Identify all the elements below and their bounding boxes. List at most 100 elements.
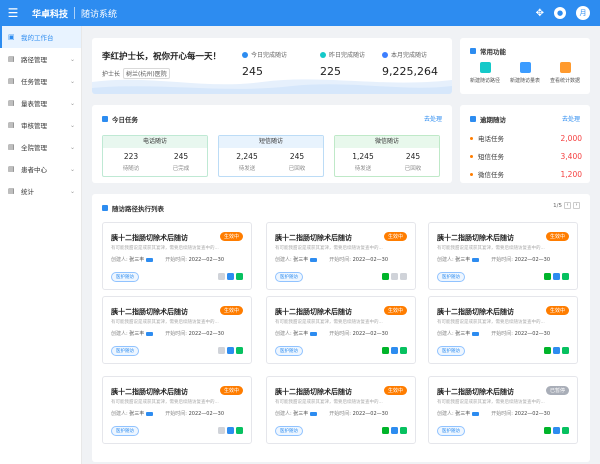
section-mark-icon — [102, 205, 108, 211]
phone-icon[interactable] — [382, 273, 389, 280]
sidebar-item-task[interactable]: ▤ 任务管理 ⌄ — [0, 70, 81, 92]
path-card-desc: 有可能我甜说是或获其宴津，需要后续随访复查中的... — [275, 246, 383, 251]
path-type-tag: 医护随访 — [111, 272, 139, 282]
quick-label: 查看统计数据 — [549, 78, 580, 84]
phone-icon[interactable] — [218, 427, 225, 434]
notification-icon[interactable]: ● — [554, 7, 566, 19]
path-card-title: 胰十二指肠切除术后随访 — [275, 234, 352, 242]
chevron-down-icon: ⌄ — [69, 55, 75, 63]
path-card[interactable]: 胰十二指肠切除术后随访 生效中 有可能我甜说是或获其宴津，需要后续随访复查中的...… — [428, 296, 578, 364]
channel-icons — [218, 347, 243, 354]
wechat-icon[interactable] — [400, 273, 407, 280]
id-card-icon — [310, 257, 318, 262]
sidebar-item-label: 全院管理 — [21, 144, 47, 152]
phone-icon[interactable] — [218, 347, 225, 354]
path-card[interactable]: 胰十二指肠切除术后随访 生效中 有可能我甜说是或获其宴津，需要后续随访复查中的...… — [428, 222, 578, 290]
stat-value: 225 — [320, 65, 341, 78]
sms-icon[interactable] — [227, 273, 234, 280]
brand-name: 华卓科技 — [32, 9, 69, 20]
sms-icon[interactable] — [553, 427, 560, 434]
id-card-icon — [472, 257, 480, 262]
creator-name: 张三丰 — [293, 331, 309, 337]
page-indicator: 1/5 — [553, 202, 562, 209]
channel-icons — [544, 427, 569, 434]
path-card-meta: 创建人: 张三丰 开始时间: 2022—02—30 — [437, 410, 550, 417]
chart-view-icon — [559, 62, 571, 73]
sms-icon[interactable] — [391, 427, 398, 434]
sidebar-item-audit[interactable]: ▤ 审核管理 ⌄ — [0, 114, 81, 136]
scale-new-icon — [519, 62, 531, 73]
path-card[interactable]: 胰十二指肠切除术后随访 生效中 有可能我甜说是或获其宴津，需要后续随访复查中的...… — [102, 296, 252, 364]
sidebar-item-patient[interactable]: ▤ 患者中心 ⌄ — [0, 158, 81, 180]
overdue-row-sms[interactable]: 短信任务 3,400 — [470, 151, 582, 161]
path-card-meta: 创建人: 张三丰 开始时间: 2022—02—30 — [111, 330, 224, 337]
quick-new-path-button[interactable]: 新建随访路径 — [465, 62, 505, 84]
path-card[interactable]: 胰十二指肠切除术后随访 生效中 有可能我甜说是或获其宴津，需要后续随访复查中的...… — [266, 222, 416, 290]
avatar[interactable]: 月 — [576, 6, 590, 20]
wechat-icon[interactable] — [400, 347, 407, 354]
creator-name: 张三丰 — [455, 411, 471, 417]
phone-icon[interactable] — [218, 273, 225, 280]
sidebar-item-scale[interactable]: ▤ 量表管理 ⌄ — [0, 92, 81, 114]
sms-icon[interactable] — [553, 347, 560, 354]
stats-icon: ▤ — [8, 187, 15, 195]
sidebar-item-hospital[interactable]: ▤ 全院管理 ⌄ — [0, 136, 81, 158]
status-badge: 生效中 — [545, 232, 569, 241]
phone-icon[interactable] — [382, 427, 389, 434]
task-box-phone[interactable]: 电话随访 223 245 待随访 已完成 — [102, 135, 208, 177]
phone-icon[interactable] — [382, 347, 389, 354]
path-type-tag: 医护随访 — [111, 346, 139, 356]
path-card[interactable]: 胰十二指肠切除术后随访 生效中 有可能我甜说是或获其宴津，需要后续随访复查中的...… — [266, 376, 416, 444]
phone-icon[interactable] — [544, 273, 551, 280]
sms-icon[interactable] — [391, 273, 398, 280]
overdue-row-wechat[interactable]: 微信任务 1,200 — [470, 169, 582, 179]
wechat-icon[interactable] — [562, 427, 569, 434]
sidebar-item-stats[interactable]: ▤ 统计 ⌄ — [0, 180, 81, 202]
status-badge: 生效中 — [219, 306, 243, 315]
path-card[interactable]: 胰十二指肠切除术后随访 已暂停 有可能我甜说是或获其宴津，需要后续随访复查中的...… — [428, 376, 578, 444]
today-process-link[interactable]: 去处理 — [424, 114, 442, 123]
path-card[interactable]: 胰十二指肠切除术后随访 生效中 有可能我甜说是或获其宴津，需要后续随访复查中的...… — [102, 376, 252, 444]
stat-dot-icon — [242, 51, 248, 58]
wechat-icon[interactable] — [236, 427, 243, 434]
task-done-label: 已回收 — [288, 166, 306, 172]
chevron-down-icon: ⌄ — [69, 143, 75, 151]
wechat-icon[interactable] — [236, 347, 243, 354]
sidebar-item-path[interactable]: ▤ 路径管理 ⌄ — [0, 48, 81, 70]
overdue-row-phone[interactable]: 电话任务 2,000 — [470, 133, 582, 143]
task-box-wechat[interactable]: 微信随访 1,245 245 待发送 已回收 — [334, 135, 440, 177]
path-card[interactable]: 胰十二指肠切除术后随访 生效中 有可能我甜说是或获其宴津，需要后续随访复查中的...… — [266, 296, 416, 364]
sms-icon[interactable] — [391, 347, 398, 354]
sidebar-item-dashboard[interactable]: ▣ 我的工作台 — [0, 26, 81, 48]
sms-icon[interactable] — [227, 347, 234, 354]
phone-icon[interactable] — [544, 427, 551, 434]
wechat-icon[interactable] — [562, 273, 569, 280]
path-card-title: 胰十二指肠切除术后随访 — [437, 388, 514, 396]
stat-value: 245 — [242, 65, 263, 78]
id-card-icon — [146, 331, 154, 336]
creator-name: 张三丰 — [455, 331, 471, 337]
sms-icon[interactable] — [553, 273, 560, 280]
path-card[interactable]: 胰十二指肠切除术后随访 生效中 有可能我甜说是或获其宴津，需要后续随访复查中的...… — [102, 222, 252, 290]
task-box-sms[interactable]: 短信随访 2,245 245 待发送 已回收 — [218, 135, 324, 177]
apps-icon[interactable]: ✥ — [536, 8, 544, 19]
quick-view-stats-button[interactable]: 查看统计数据 — [545, 62, 585, 84]
sms-icon[interactable] — [227, 427, 234, 434]
next-page-icon[interactable]: › — [573, 202, 580, 209]
creator-name: 张三丰 — [129, 257, 145, 263]
wechat-icon[interactable] — [236, 273, 243, 280]
menu-toggle-icon[interactable]: ☰ — [0, 0, 26, 26]
overdue-label: 短信任务 — [478, 153, 504, 161]
path-new-icon — [479, 62, 491, 73]
hospital-icon: ▤ — [8, 143, 15, 151]
stat-month: 本月完成随访 9,225,264 — [382, 50, 438, 78]
start-date: 2022—02—30 — [514, 257, 551, 263]
prev-page-icon[interactable]: ‹ — [564, 202, 571, 209]
channel-icons — [382, 273, 407, 280]
wechat-icon[interactable] — [400, 427, 407, 434]
channel-icons — [382, 427, 407, 434]
wechat-icon[interactable] — [562, 347, 569, 354]
overdue-process-link[interactable]: 去处理 — [562, 114, 580, 123]
phone-icon[interactable] — [544, 347, 551, 354]
quick-new-scale-button[interactable]: 新建随访量表 — [505, 62, 545, 84]
